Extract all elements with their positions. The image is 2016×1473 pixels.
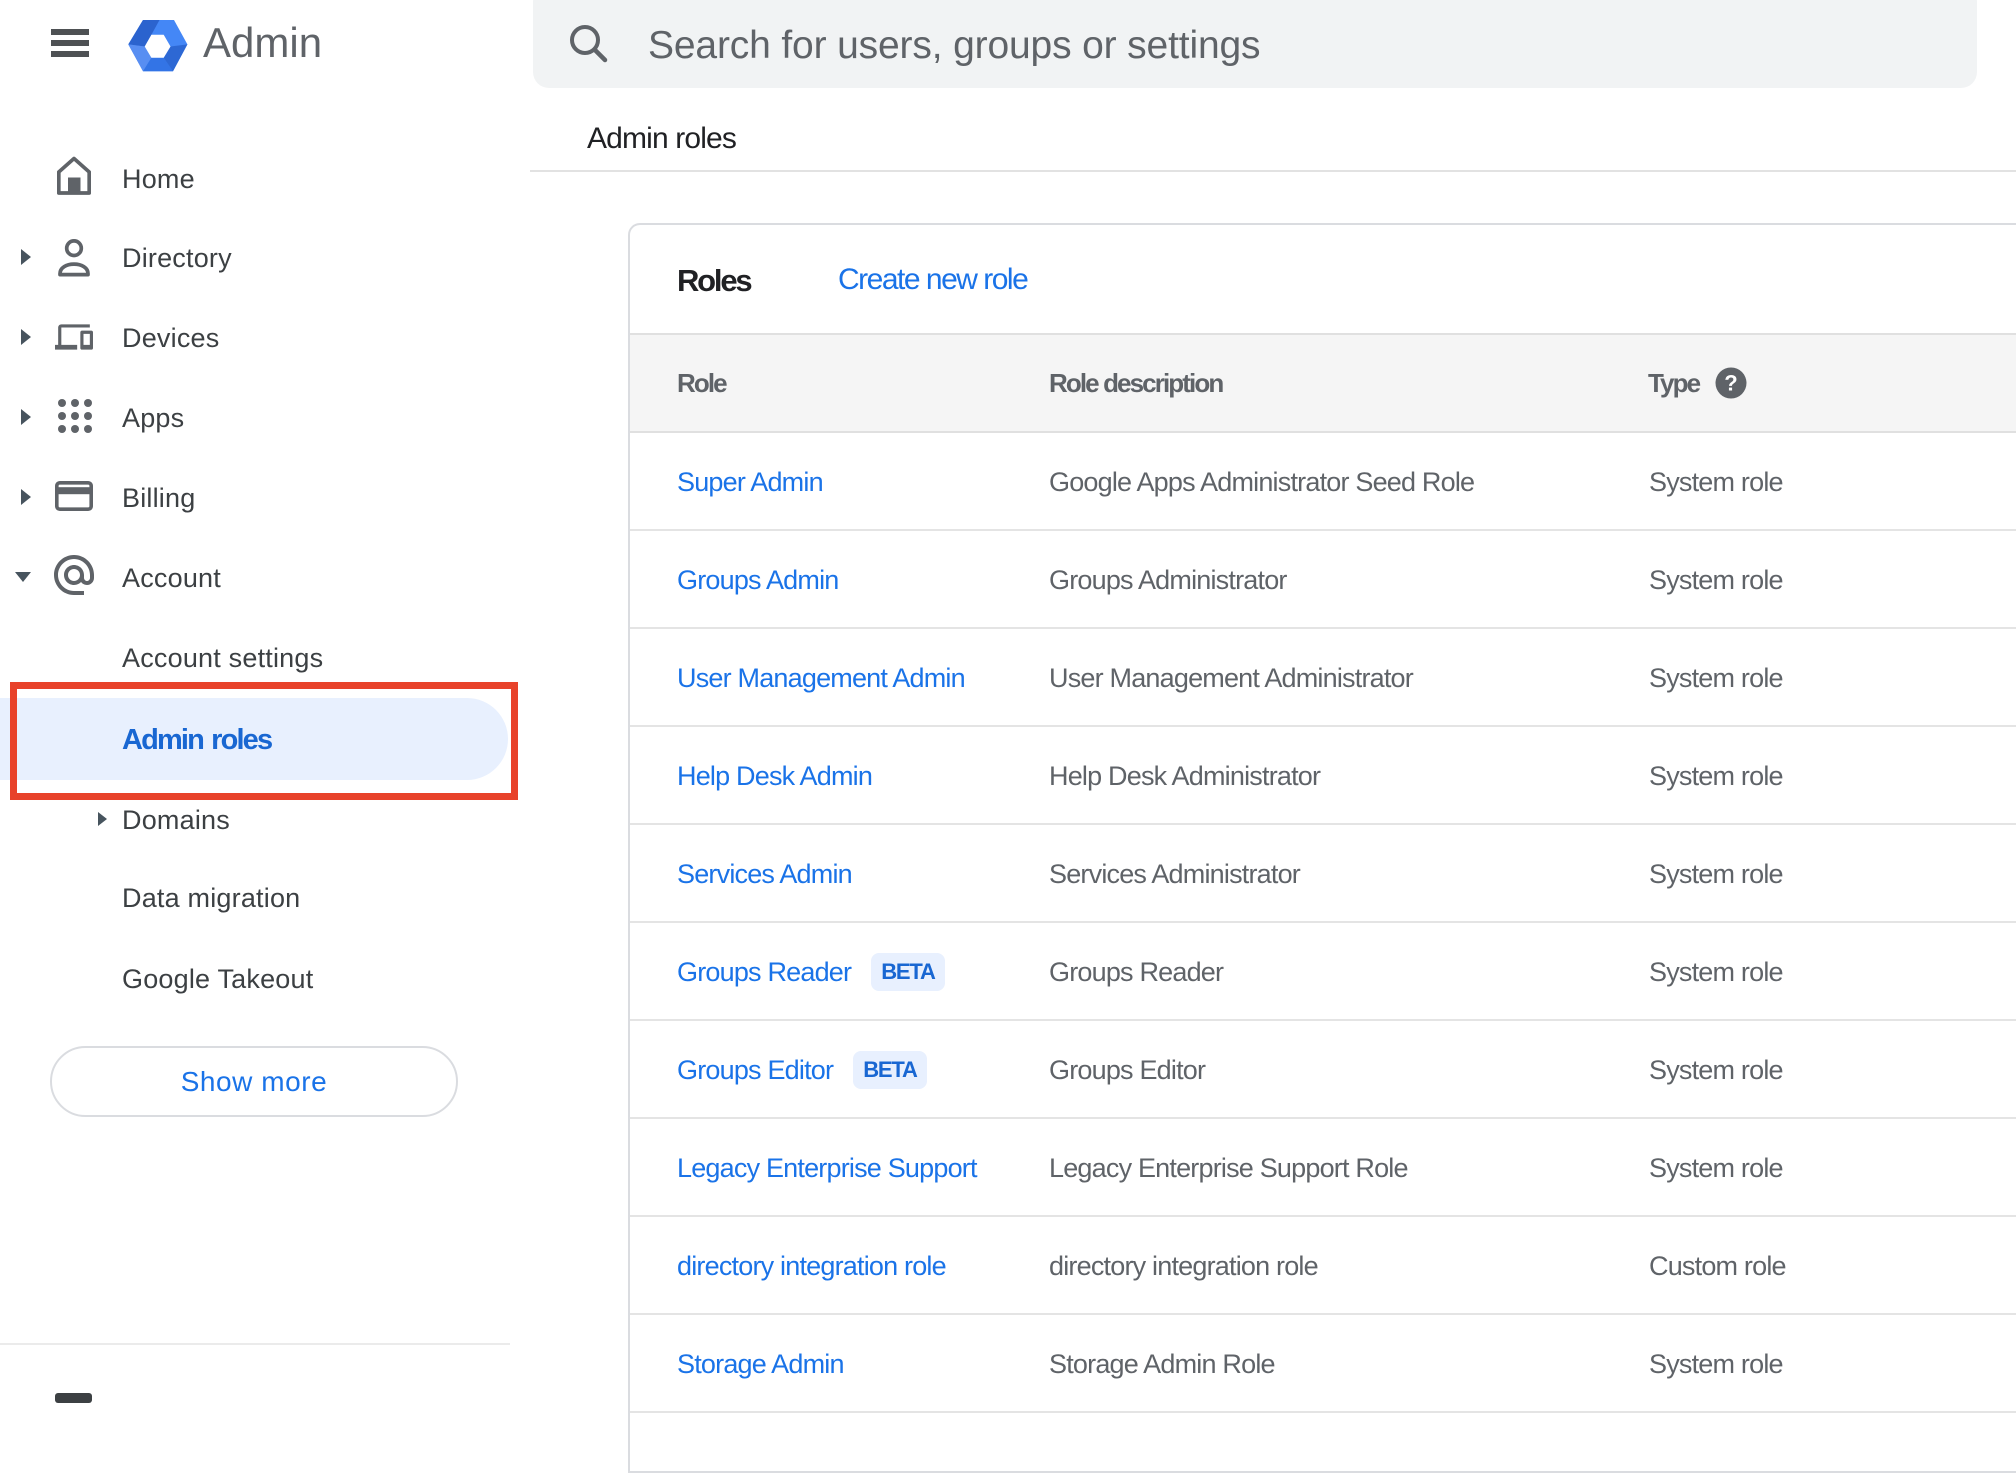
- svg-text:?: ?: [1724, 371, 1737, 396]
